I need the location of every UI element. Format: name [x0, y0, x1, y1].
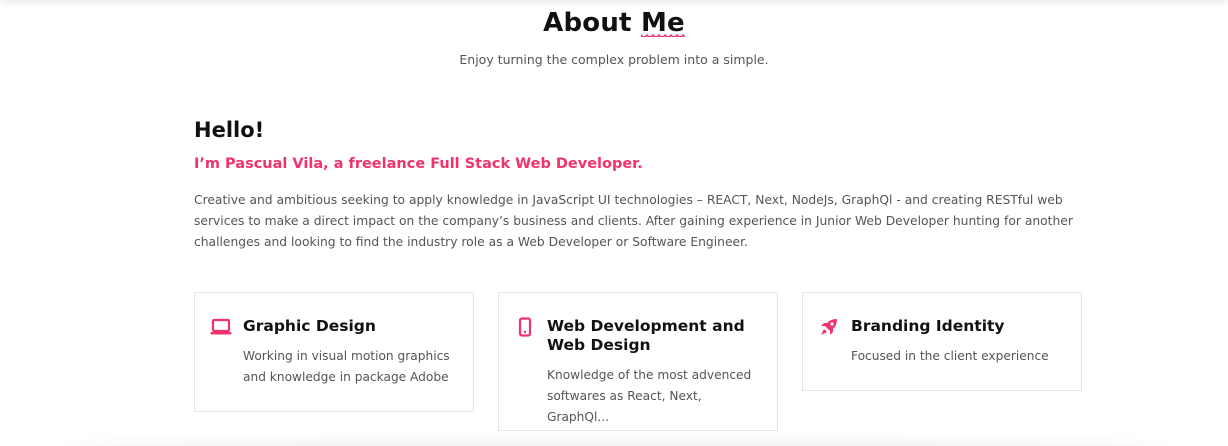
service-title: Web Development and Web Design	[547, 317, 745, 354]
section-title-text: About	[543, 8, 641, 38]
service-title: Branding Identity	[851, 317, 1005, 335]
service-description: Knowledge of the most advenced softwares…	[547, 368, 752, 424]
section-title-highlight: Me	[640, 8, 685, 38]
rocket-icon	[818, 317, 840, 337]
about-section: About Me Enjoy turning the complex probl…	[0, 0, 1228, 446]
service-title: Graphic Design	[243, 317, 376, 335]
service-description: Working in visual motion graphics and kn…	[243, 349, 450, 384]
bio-paragraph: Creative and ambitious seeking to apply …	[194, 193, 1073, 249]
greeting-heading: Hello!	[194, 118, 265, 142]
service-card-graphic-design: Graphic Design Working in visual motion …	[194, 292, 474, 412]
intro-headline: I’m Pascual Vila, a freelance Full Stack…	[194, 156, 643, 172]
service-card-web-development: Web Development and Web Design Knowledge…	[498, 292, 778, 431]
section-subtitle: Enjoy turning the complex problem into a…	[459, 52, 769, 67]
service-description: Focused in the client experience	[851, 349, 1049, 363]
section-title: About Me	[0, 8, 1228, 38]
mobile-icon	[514, 317, 536, 337]
laptop-icon	[210, 317, 232, 337]
service-card-branding-identity: Branding Identity Focused in the client …	[802, 292, 1082, 391]
